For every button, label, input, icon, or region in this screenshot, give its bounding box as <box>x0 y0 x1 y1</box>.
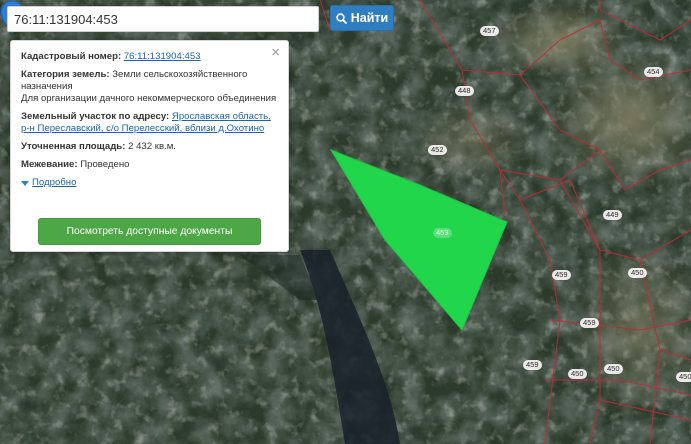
search-button-label: Найти <box>350 11 389 25</box>
close-icon[interactable]: × <box>271 45 280 61</box>
search-input[interactable] <box>7 6 319 32</box>
land-category-label: Категория земель: <box>21 69 110 80</box>
survey-label: Межевание: <box>21 159 78 170</box>
survey-value: Проведено <box>80 159 130 170</box>
plot-label: 453 <box>433 228 452 238</box>
address-row: Земельный участок по адресу: Ярославская… <box>21 111 278 135</box>
details-toggle[interactable]: Подробно <box>21 177 278 189</box>
plot-label: 450 <box>604 364 623 374</box>
area-value: 2 432 кв.м. <box>128 141 176 152</box>
plot-label: 459 <box>523 360 542 370</box>
land-use-value: Для организации дачного некоммерческого … <box>21 93 277 104</box>
details-link[interactable]: Подробно <box>32 177 76 189</box>
plot-label: 448 <box>455 86 474 96</box>
cadastral-number-label: Кадастровый номер: <box>21 51 122 62</box>
search-button[interactable]: Найти <box>330 5 394 31</box>
plot-label: 450 <box>676 372 691 382</box>
search-icon <box>336 12 347 24</box>
survey-row: Межевание: Проведено <box>21 159 278 171</box>
cadastral-number-link[interactable]: 76:11:131904:453 <box>124 51 201 62</box>
plot-label: 450 <box>568 369 587 379</box>
plot-label: 454 <box>644 67 663 77</box>
parcel-info-panel: × Кадастровый номер: 76:11:131904:453 Ка… <box>10 40 289 252</box>
plot-label: 457 <box>480 26 499 36</box>
plot-label: 452 <box>428 145 447 155</box>
plot-label: 449 <box>603 210 622 220</box>
land-category-row: Категория земель: Земли сельскохозяйстве… <box>21 69 278 105</box>
plot-label: 459 <box>580 318 599 328</box>
triangle-down-icon <box>21 180 29 186</box>
cadastral-number-row: Кадастровый номер: 76:11:131904:453 <box>21 51 278 63</box>
view-documents-button[interactable]: Посмотреть доступные документы <box>38 218 261 245</box>
plot-label: 450 <box>628 268 647 278</box>
area-label: Уточненная площадь: <box>21 141 126 152</box>
address-label: Земельный участок по адресу: <box>21 111 170 122</box>
area-row: Уточненная площадь: 2 432 кв.м. <box>21 141 278 153</box>
plot-label: 459 <box>552 270 571 280</box>
